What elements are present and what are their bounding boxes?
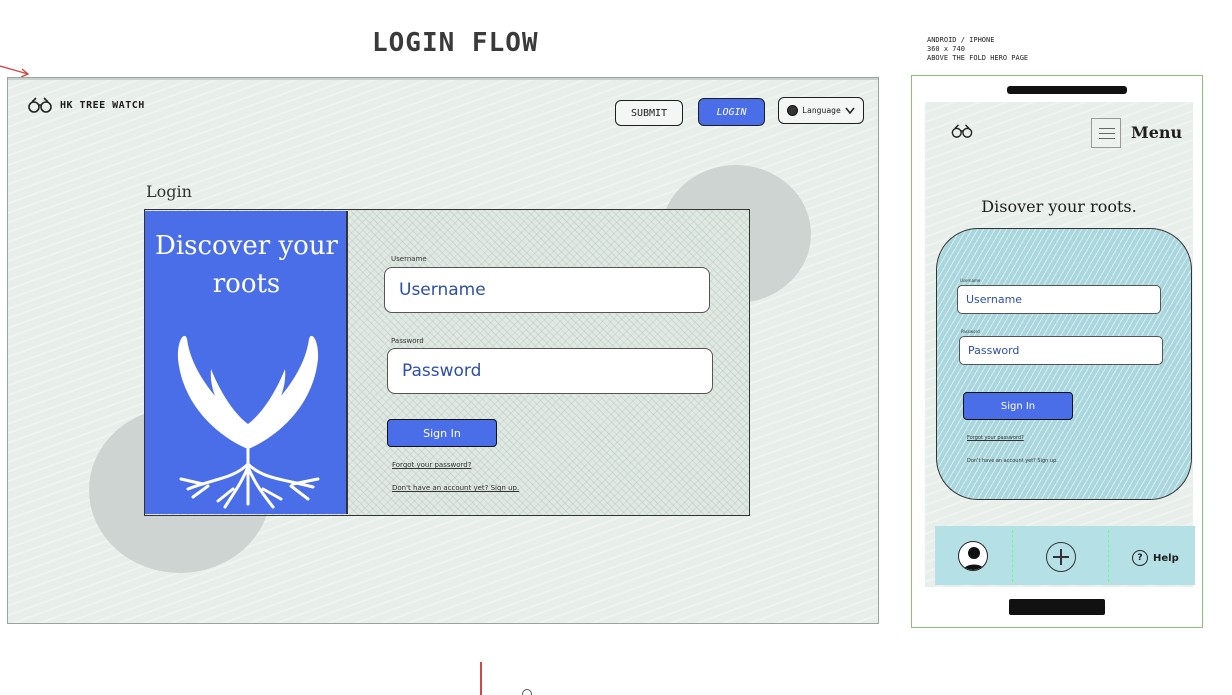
hero-panel: Discover your roots (145, 211, 348, 514)
sign-in-button[interactable]: Sign In (963, 392, 1073, 420)
language-dropdown[interactable]: Language (778, 97, 864, 124)
tree-roots-hands-icon (177, 335, 320, 509)
plus-icon[interactable] (1046, 542, 1076, 572)
nav-divider (1108, 530, 1109, 582)
sign-up-link[interactable]: Don't have an account yet? Sign up. (392, 484, 519, 492)
brand-logo[interactable]: HK TREE WATCH (28, 97, 145, 113)
password-field[interactable]: Password (959, 336, 1163, 365)
help-icon: ? (1132, 550, 1148, 566)
desktop-frame: HK TREE WATCH SUBMIT LOGIN Language Logi… (7, 77, 879, 624)
mobile-screen: Menu Disover your roots. Username Userna… (925, 102, 1195, 587)
menu-label[interactable]: Menu (1131, 123, 1182, 142)
brand-name: HK TREE WATCH (60, 99, 145, 111)
user-avatar-icon[interactable] (958, 541, 988, 571)
language-label: Language (802, 106, 841, 115)
password-label: Password (391, 337, 424, 345)
help-label: Help (1153, 552, 1179, 564)
flow-title: LOGIN FLOW (372, 28, 539, 58)
frame-divider (8, 78, 878, 80)
hero-text: Discover your roots (154, 231, 338, 299)
mobile-login-card: Username Username Password Password Sign… (936, 228, 1192, 500)
help-button[interactable]: ? Help (1132, 550, 1179, 566)
sign-in-button[interactable]: Sign In (387, 419, 497, 447)
submit-button[interactable]: SUBMIT (615, 100, 683, 126)
nav-divider (1012, 530, 1013, 582)
forgot-password-link[interactable]: Forgot your password? (967, 435, 1024, 441)
username-label: Username (960, 278, 981, 283)
username-field[interactable]: Username (384, 267, 710, 313)
phone-notch (1007, 86, 1127, 94)
phone-home-bar (1009, 599, 1105, 615)
annotation-line (480, 662, 482, 695)
login-heading: Login (146, 182, 192, 201)
login-button[interactable]: LOGIN (698, 98, 765, 126)
password-field[interactable]: Password (387, 348, 713, 394)
hamburger-menu-icon[interactable] (1091, 118, 1121, 148)
username-field[interactable]: Username (957, 285, 1161, 314)
forgot-password-link[interactable]: Forgot your password? (392, 461, 471, 469)
mobile-heading: Disover your roots. (981, 197, 1137, 216)
annotation-circle (522, 689, 532, 695)
globe-icon (787, 105, 799, 116)
mobile-frame: Menu Disover your roots. Username Userna… (911, 75, 1203, 628)
device-note: ANDROID / IPHONE 360 x 740 ABOVE THE FOL… (927, 36, 1029, 62)
binoculars-icon (28, 97, 52, 113)
bottom-nav: ? Help (935, 526, 1195, 585)
password-label: Password (961, 329, 980, 334)
sign-up-link[interactable]: Don't have an account yet? Sign up. (967, 458, 1058, 464)
chevron-down-icon (845, 107, 855, 114)
username-label: Username (391, 255, 427, 263)
binoculars-icon[interactable] (951, 124, 973, 138)
login-card: Discover your roots Username Username Pa… (144, 209, 750, 516)
